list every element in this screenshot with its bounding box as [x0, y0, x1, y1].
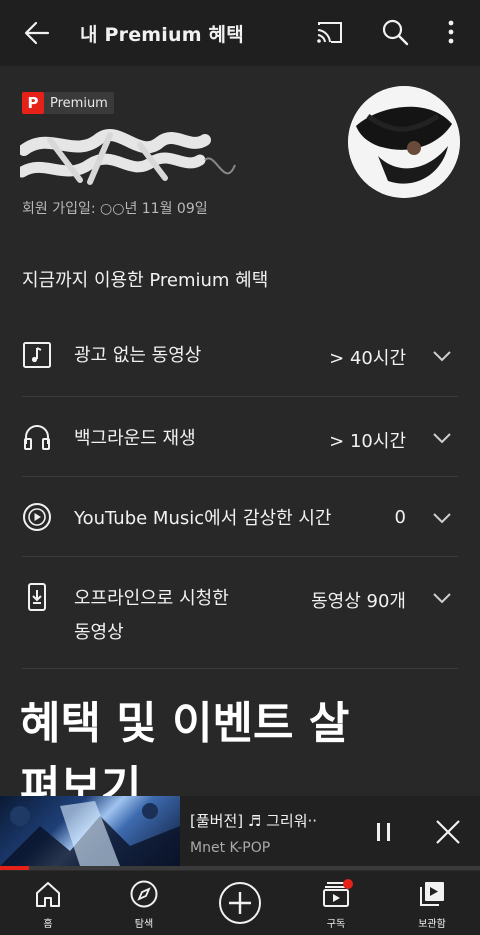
close-icon[interactable] [434, 818, 462, 846]
cast-icon[interactable] [314, 17, 344, 47]
benefit-row-background-play[interactable]: 백그라운드 재생 > 10시간 [0, 402, 480, 474]
back-arrow-icon[interactable] [22, 18, 52, 48]
bottom-navigation: 홈 탐색 구독 보관함 [0, 870, 480, 935]
nav-explore-label: 탐색 [134, 919, 154, 930]
benefits-content: P Premium 회원 가입일: ○○년 11월 09일 지금까지 이용한 P… [0, 66, 480, 796]
benefit-value: 0 [394, 507, 406, 528]
redacted-account-name [20, 129, 236, 185]
search-icon[interactable] [380, 17, 410, 47]
mini-player-channel: Mnet K-POP [190, 840, 271, 856]
library-icon [420, 882, 444, 906]
events-heading-text: 혜택 및 이벤트 살펴보기 [20, 698, 350, 796]
music-note-icon [23, 342, 51, 368]
more-options-icon[interactable] [436, 17, 466, 47]
divider [22, 668, 458, 669]
benefit-row-offline[interactable]: 오프라인으로 시청한 동영상 동영상 90개 [0, 562, 480, 666]
add-icon [219, 882, 261, 924]
benefit-value: > 40시간 [329, 348, 406, 369]
divider [22, 396, 458, 397]
events-heading: 혜택 및 이벤트 살펴보기 [20, 692, 360, 796]
joined-date: 회원 가입일: ○○년 11월 09일 [22, 201, 208, 217]
benefit-label: 백그라운드 재생 [74, 428, 196, 449]
chevron-down-icon[interactable] [430, 586, 454, 610]
nav-home-label: 홈 [43, 919, 53, 930]
home-icon [36, 882, 60, 907]
benefit-label: YouTube Music에서 감상한 시간 [74, 508, 332, 529]
chevron-down-icon[interactable] [430, 506, 454, 530]
nav-create[interactable] [192, 871, 288, 935]
avatar-image [348, 86, 460, 198]
mini-player-title: [풀버전] ♬ 그리워·· [190, 812, 318, 830]
avatar[interactable] [348, 86, 460, 198]
headphones-icon [24, 425, 50, 450]
benefit-value: 동영상 90개 [311, 591, 406, 612]
benefit-value: > 10시간 [329, 431, 406, 452]
app-bar: 내 Premium 혜택 [0, 0, 480, 66]
explore-icon [130, 880, 158, 908]
divider [22, 476, 458, 477]
benefit-label: 광고 없는 동영상 [74, 345, 202, 366]
nav-home[interactable]: 홈 [0, 871, 96, 935]
pause-icon[interactable] [370, 818, 398, 846]
video-thumbnail[interactable] [0, 796, 180, 866]
premium-badge: P Premium [22, 92, 114, 114]
divider [22, 556, 458, 557]
benefit-row-youtube-music[interactable]: YouTube Music에서 감상한 시간 0 [0, 482, 480, 558]
benefit-label: 오프라인으로 시청한 동영상 [74, 588, 229, 643]
page-title: 내 Premium 혜택 [80, 24, 244, 46]
music-play-circle-icon [23, 503, 51, 531]
premium-logo-icon: P [22, 92, 44, 114]
nav-library[interactable]: 보관함 [384, 871, 480, 935]
nav-subscriptions[interactable]: 구독 [288, 871, 384, 935]
phone-download-icon [28, 583, 46, 611]
benefits-section-title: 지금까지 이용한 Premium 혜택 [22, 270, 269, 291]
mini-player[interactable]: [풀버전] ♬ 그리워·· Mnet K-POP [0, 796, 480, 866]
nav-library-label: 보관함 [418, 919, 446, 930]
notification-dot [343, 879, 353, 889]
thumbnail-image [0, 801, 180, 866]
premium-badge-label: Premium [50, 95, 108, 111]
nav-explore[interactable]: 탐색 [96, 871, 192, 935]
chevron-down-icon[interactable] [430, 344, 454, 368]
nav-subscriptions-label: 구독 [326, 919, 346, 930]
benefit-row-ad-free[interactable]: 광고 없는 동영상 > 40시간 [0, 322, 480, 392]
chevron-down-icon[interactable] [430, 426, 454, 450]
